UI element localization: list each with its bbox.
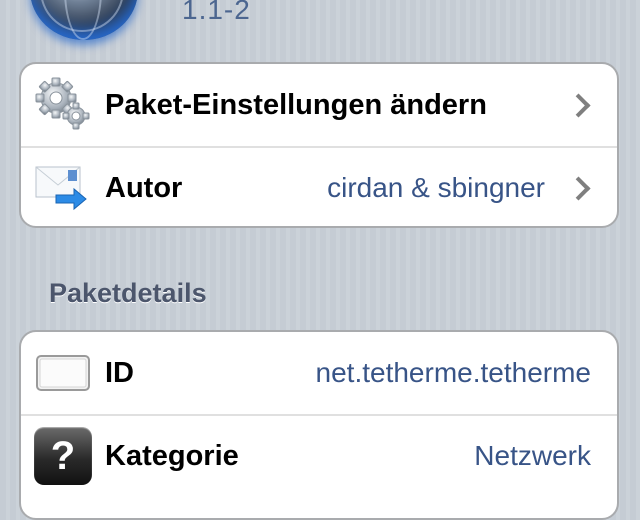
autor-value: cirdan & sbingner: [327, 172, 545, 203]
row-id: ID net.tetherme.tetherme: [21, 332, 617, 414]
gears-icon: [34, 76, 92, 134]
row-kategorie: ? Kategorie Netzwerk: [21, 414, 617, 496]
paket-einstellungen-label: Paket-Einstellungen ändern: [105, 88, 487, 121]
autor-label: Autor: [105, 171, 183, 204]
section-title-paketdetails: Paketdetails: [49, 278, 207, 308]
id-value: net.tetherme.tetherme: [315, 357, 591, 388]
actions-group: Paket-Einstellungen ändern Autor cirdan …: [19, 62, 619, 228]
question-icon: ?: [34, 427, 92, 485]
id-card-icon: [34, 344, 92, 402]
version-label: 1.1-2: [182, 0, 251, 25]
kategorie-value: Netzwerk: [474, 440, 591, 471]
mail-forward-icon: [34, 159, 92, 217]
row-paket-einstellungen[interactable]: Paket-Einstellungen ändern: [21, 64, 617, 146]
chevron-right-icon: [566, 93, 591, 118]
kategorie-label: Kategorie: [105, 439, 239, 472]
globe-meridian-inner: [64, 0, 102, 40]
row-autor[interactable]: Autor cirdan & sbingner: [21, 146, 617, 226]
chevron-right-icon: [566, 176, 591, 201]
globe-app-icon: [30, 0, 138, 40]
id-label: ID: [105, 356, 134, 389]
details-group: ID net.tetherme.tetherme ? Kategorie Net…: [19, 330, 619, 520]
